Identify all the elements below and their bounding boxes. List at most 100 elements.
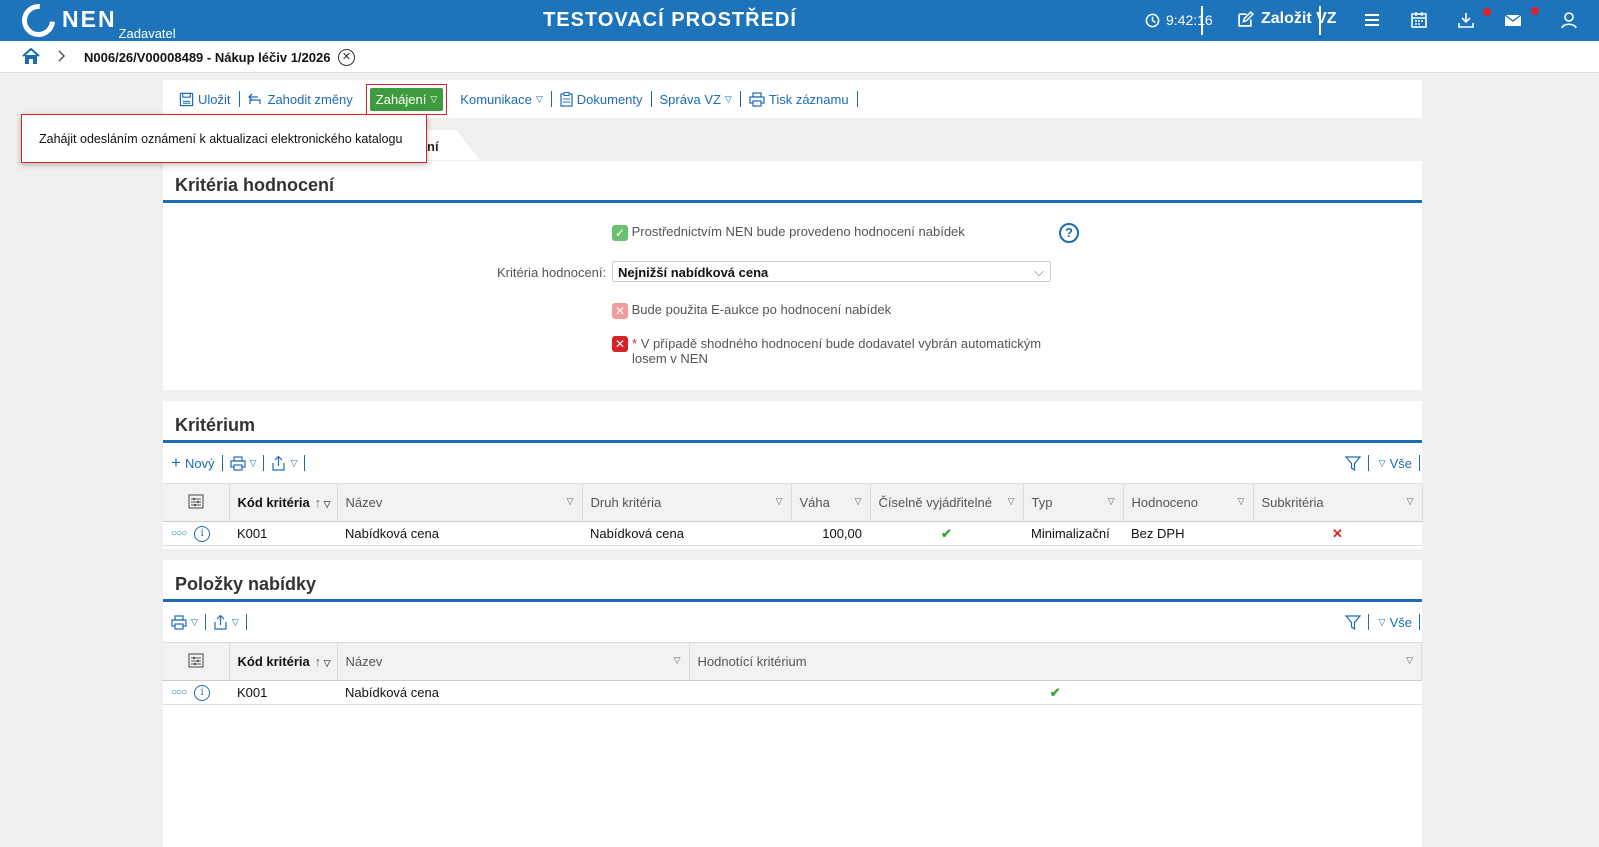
print-menu[interactable]: ▽ [171, 614, 206, 630]
dropdown-triangle-icon: ▽ [1378, 457, 1386, 468]
clock-icon [1145, 13, 1160, 27]
manage-vz-label: Správa VZ [659, 91, 721, 107]
offer-items-table: Kód kritéria ↑ ▽ Název ▽ Hodnotící kritéri… [163, 642, 1422, 705]
dropdown-triangle-icon: ▽ [1378, 616, 1386, 627]
column-header-weight[interactable]: Váha ▽ [791, 483, 871, 522]
plus-icon: + [171, 453, 181, 472]
table-row[interactable]: ○○○ i K001 Nabídková cena Nabídková cena … [163, 521, 1422, 546]
info-icon[interactable]: i [194, 684, 211, 701]
checkbox-unchecked-icon[interactable]: ✕ [612, 302, 628, 319]
filter-icon [1344, 614, 1361, 630]
lottery-checkbox-row[interactable]: ✕ * V případě shodného hodnocení bude do… [612, 336, 1042, 366]
new-criterion-button[interactable]: + Nový [171, 453, 223, 472]
checkbox-unchecked-icon[interactable]: ✕ [612, 336, 628, 352]
column-header-code[interactable]: Kód kritéria ↑ ▽ [229, 642, 338, 681]
help-icon[interactable]: ? [1059, 223, 1079, 243]
criteria-panel-title: Kritéria hodnocení [163, 161, 1422, 203]
filter-button[interactable] [1338, 455, 1369, 471]
required-asterisk: * [632, 336, 638, 351]
view-all-menu[interactable]: ▽ Vše [1369, 614, 1420, 630]
dropdown-triangle-icon: ▽ [290, 457, 298, 468]
create-vz-label: Založit VZ [1261, 10, 1337, 27]
menu-icon[interactable] [1362, 10, 1382, 30]
sort-ascending-icon: ↑ [314, 654, 322, 669]
filter-triangle-icon: ▽ [673, 655, 681, 665]
column-header-name[interactable]: Název ▽ [337, 483, 583, 522]
download-icon[interactable] [1456, 10, 1476, 30]
filter-triangle-icon: ▽ [1237, 496, 1245, 506]
filter-icon [1344, 455, 1361, 471]
lottery-label: V případě shodného hodnocení bude dodava… [632, 336, 1042, 366]
calendar-icon[interactable] [1409, 10, 1429, 30]
create-vz-button[interactable]: Založit VZ [1237, 10, 1337, 28]
column-settings-header[interactable] [163, 483, 230, 522]
undo-icon [247, 93, 261, 104]
filter-triangle-icon: ▽ [1406, 496, 1414, 506]
filter-triangle-icon: ▽ [566, 496, 574, 506]
column-header-name[interactable]: Název ▽ [337, 642, 690, 681]
breadcrumb: N006/26/V00008489 - Nákup léčiv 1/2026 ✕ [0, 41, 1599, 73]
tab-criteria[interactable]: ní [420, 130, 480, 160]
start-menu-item-catalog-update[interactable]: Zahájit odesláním oznámení k aktualizaci… [39, 132, 402, 146]
mail-notification-dot [1531, 7, 1539, 15]
clipboard-icon [560, 91, 573, 107]
column-header-type[interactable]: Typ ▽ [1023, 483, 1124, 522]
close-breadcrumb-icon[interactable]: ✕ [338, 49, 355, 66]
top-bar: NEN Zadavatel TESTOVACÍ PROSTŘEDÍ 9:42:1… [0, 0, 1599, 44]
view-all-menu[interactable]: ▽ Vše [1369, 455, 1420, 471]
documents-button[interactable]: Dokumenty [552, 91, 652, 107]
column-header-code[interactable]: Kód kritéria ↑ ▽ [229, 483, 338, 522]
export-menu[interactable]: ▽ [206, 614, 247, 630]
communication-menu[interactable]: Komunikace ▽ [452, 91, 552, 107]
print-menu[interactable]: ▽ [223, 455, 265, 471]
column-header-subcriteria[interactable]: Subkritéria ▽ [1253, 483, 1423, 522]
chevron-down-icon: ⌵ [1034, 264, 1044, 279]
criteria-panel: Kritéria hodnocení ✓ Prostřednictvím NEN… [163, 161, 1422, 390]
column-settings-header[interactable] [163, 642, 230, 681]
printer-icon [749, 91, 765, 107]
filter-button[interactable] [1338, 614, 1369, 630]
filter-triangle-icon: ▽ [1007, 496, 1015, 506]
column-header-eval[interactable]: Hodnotící kritérium ▽ [689, 642, 1422, 681]
dropdown-triangle-icon: ▽ [191, 616, 198, 627]
breadcrumb-title[interactable]: N006/26/V00008489 - Nákup léčiv 1/2026 [84, 50, 330, 65]
view-all-label: Vše [1389, 455, 1412, 471]
criterion-panel-title: Kritérium [163, 401, 1422, 443]
filter-triangle-icon: ▽ [1406, 655, 1413, 665]
nen-evaluation-checkbox-row[interactable]: ✓ Prostřednictvím NEN bude provedeno hod… [612, 224, 965, 241]
start-dropdown-menu: Zahájit odesláním oznámení k aktualizaci… [21, 114, 427, 163]
offer-items-grid-toolbar: ▽ ▽ ▽ Vše [163, 602, 1422, 642]
manage-vz-menu[interactable]: Správa VZ ▽ [652, 91, 741, 107]
mail-icon[interactable] [1503, 10, 1523, 30]
info-icon[interactable]: i [194, 525, 211, 542]
more-actions-icon[interactable]: ○○○ [171, 687, 187, 698]
check-icon: ✔ [689, 680, 1422, 705]
eauction-checkbox-row[interactable]: ✕ Bude použita E-aukce po hodnocení nabí… [612, 302, 891, 319]
dropdown-triangle-icon: ▽ [724, 93, 732, 104]
more-actions-icon[interactable]: ○○○ [171, 528, 187, 539]
dropdown-triangle-icon: ▽ [430, 93, 438, 104]
eauction-label: Bude použita E-aukce po hodnocení nabíde… [631, 302, 892, 317]
column-header-kind[interactable]: Druh kritéria ▽ [582, 483, 792, 522]
print-record-button[interactable]: Tisk záznamu [741, 91, 858, 107]
cell-evaluated: Bez DPH [1123, 521, 1253, 546]
check-icon: ✔ [870, 521, 1023, 546]
user-icon[interactable] [1559, 10, 1579, 30]
printer-icon [171, 614, 187, 630]
column-header-evaluated[interactable]: Hodnoceno ▽ [1123, 483, 1254, 522]
offer-items-panel: Položky nabídky ▽ ▽ ▽ Vše Kód kritéria ↑… [163, 560, 1422, 847]
export-menu[interactable]: ▽ [264, 455, 306, 471]
header-divider [1201, 6, 1203, 35]
table-row[interactable]: ○○○ i K001 Nabídková cena ✔ [163, 680, 1422, 705]
column-header-code-label: Kód kritéria [237, 653, 310, 669]
column-header-numeric[interactable]: Číselně vyjádřitelné ▽ [870, 483, 1024, 522]
cell-type: Minimalizační [1023, 521, 1123, 546]
save-button[interactable]: Uložit [171, 91, 240, 107]
criteria-select[interactable]: Nejnižší nabídková cena ⌵ [612, 261, 1051, 282]
start-button[interactable]: Zahájení ▽ [369, 87, 444, 111]
column-settings-icon [188, 493, 204, 509]
filter-triangle-icon: ▽ [775, 496, 783, 506]
discard-button[interactable]: Zahodit změny [240, 91, 361, 107]
home-icon[interactable] [22, 48, 40, 65]
checkbox-checked-icon[interactable]: ✓ [612, 224, 628, 241]
